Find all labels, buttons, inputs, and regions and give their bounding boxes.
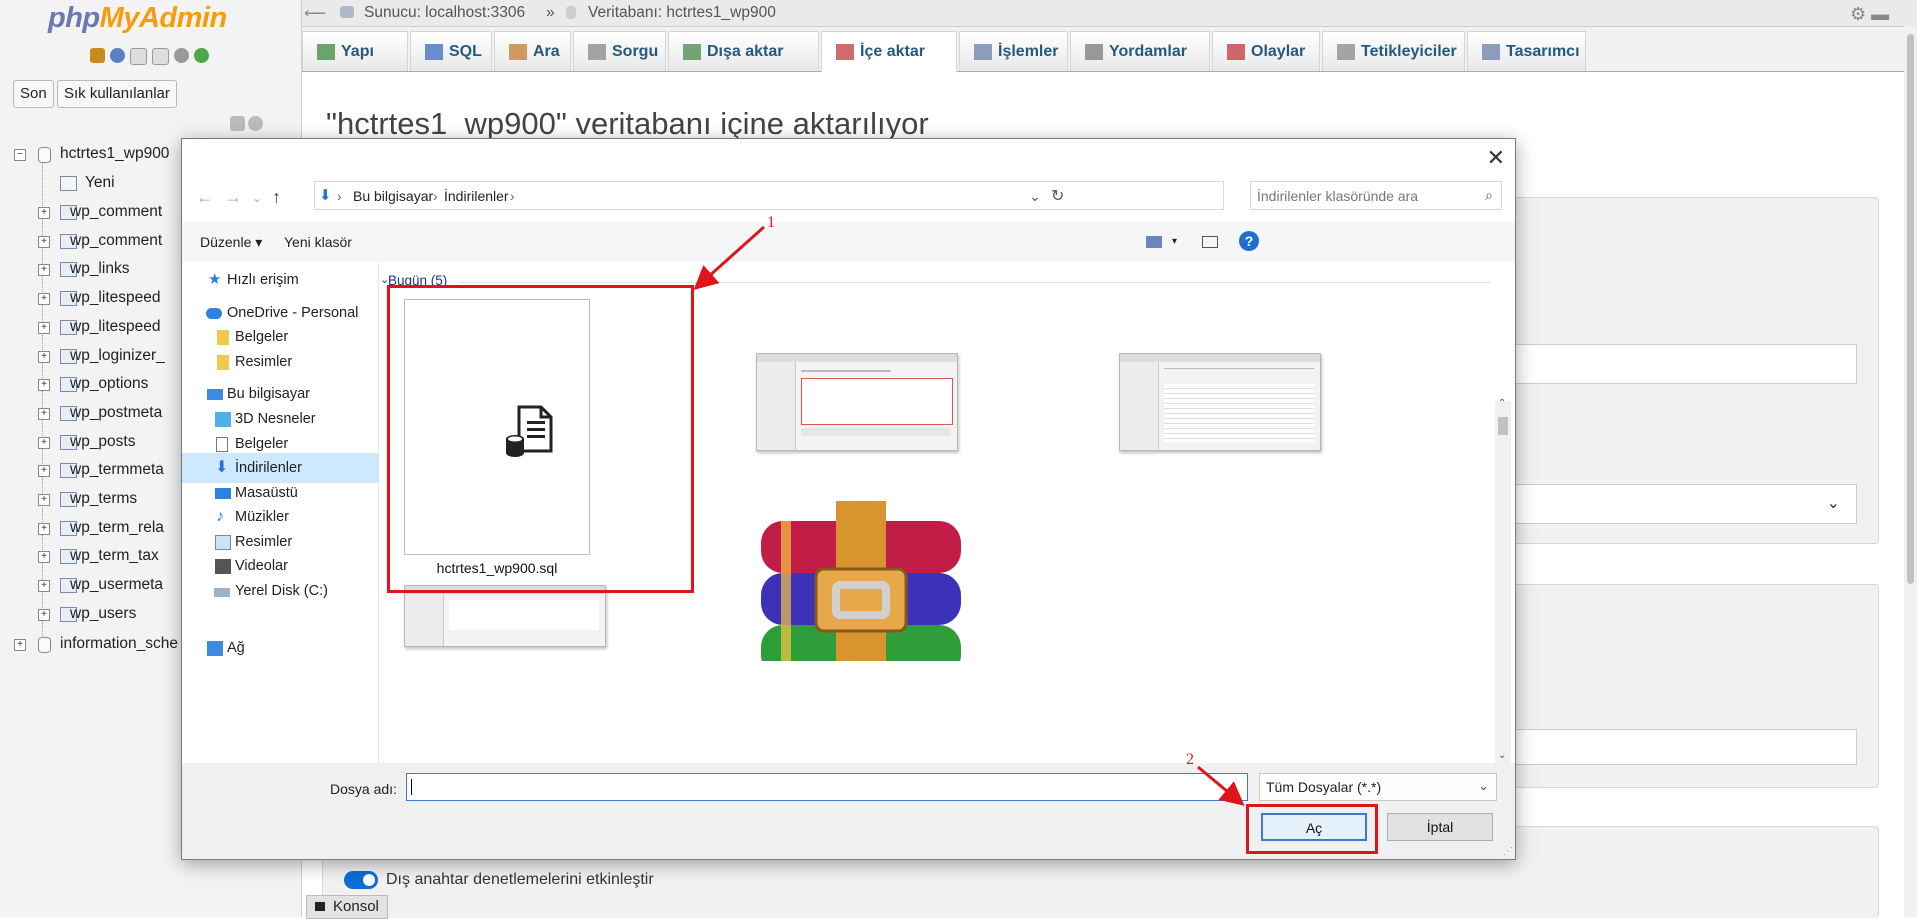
annotation-arrow-1	[693, 225, 765, 290]
annotation-arrows	[693, 225, 1245, 806]
annotation-arrow-2	[1197, 765, 1245, 806]
